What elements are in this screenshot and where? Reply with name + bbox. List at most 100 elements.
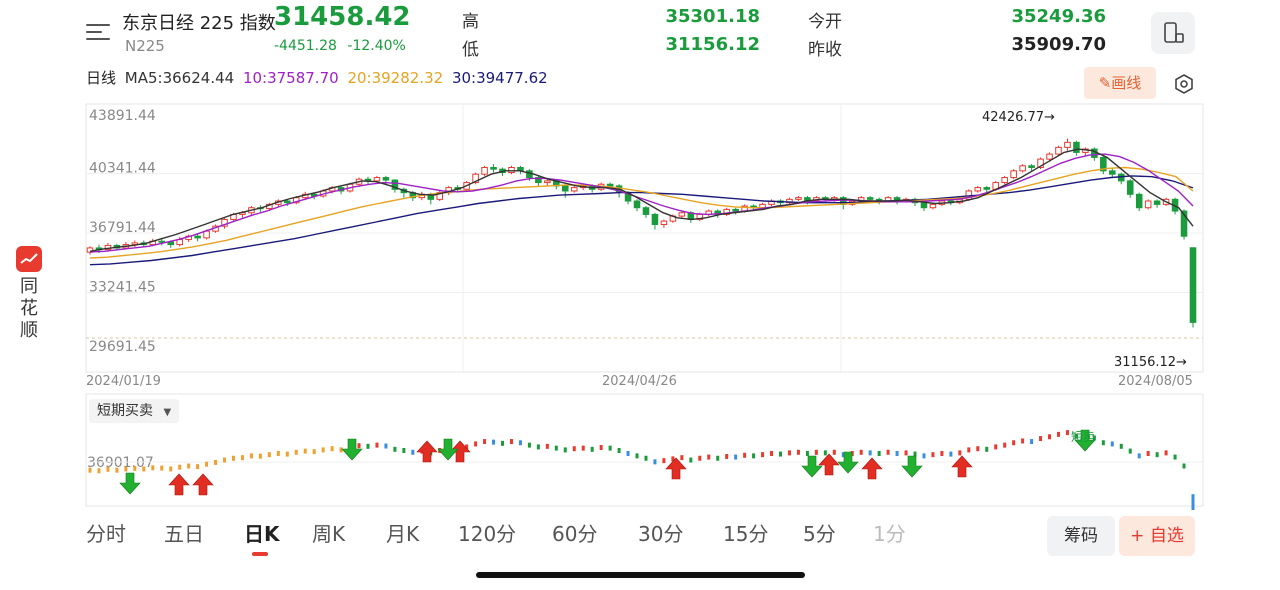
candle-up [203, 230, 210, 239]
indicator-dot [527, 442, 531, 448]
indicator-dot [474, 441, 478, 447]
open-label: 今开 [808, 12, 842, 32]
sell-arrow-icon [437, 438, 459, 461]
quote-header: 东京日经 225 指数 N225 31458.42 -4451.28 -12.4… [0, 0, 1280, 62]
tab-6[interactable]: 60分 [552, 518, 597, 547]
indicator-dot [258, 453, 262, 459]
indicator-dot [994, 444, 998, 450]
indicator-dot [492, 439, 496, 445]
candle-down [1028, 165, 1035, 168]
candle-up [481, 166, 488, 175]
tab-10[interactable]: 1分 [873, 518, 906, 547]
indicator-dot [106, 466, 110, 472]
candle-up [1001, 177, 1008, 184]
candle-down [1153, 200, 1161, 205]
indicator-dot [814, 449, 818, 455]
indicator-dot [689, 457, 693, 463]
tab-7[interactable]: 30分 [638, 518, 683, 547]
indicator-dot [321, 447, 325, 453]
indicator-dot [1173, 454, 1177, 460]
candle-up [373, 177, 381, 182]
indicator-dot [366, 443, 370, 449]
high-value: 35301.18 [665, 6, 760, 27]
tab-2[interactable]: 日K [244, 518, 280, 547]
candle-up [544, 180, 551, 184]
indicator-dot [1048, 434, 1052, 440]
indicator-dot [97, 468, 101, 474]
indicator-dot [178, 464, 182, 470]
indicator-dot [285, 451, 289, 457]
indicator-dot [895, 450, 899, 456]
tab-8[interactable]: 15分 [723, 518, 768, 547]
indicator-dot [796, 449, 800, 455]
indicator-dot [940, 450, 944, 456]
sell-arrow-icon [901, 455, 923, 478]
tab-5[interactable]: 120分 [458, 518, 516, 547]
indicator-dot [196, 464, 200, 470]
candle-down [1126, 180, 1134, 195]
indicator-dot [1155, 452, 1159, 458]
indicator-dot [1137, 453, 1141, 459]
buy-arrow-icon [951, 455, 973, 478]
indicator-dot [483, 439, 487, 445]
candle-down [1189, 247, 1197, 323]
indicator-dot [832, 449, 836, 455]
candle-down [561, 185, 569, 192]
indicator-dot [160, 465, 164, 471]
tab-1[interactable]: 五日 [164, 518, 204, 547]
y-tick-label: 29691.45 [89, 339, 156, 355]
indicator-dot [787, 450, 791, 456]
buy-arrow-icon [168, 473, 190, 496]
x-tick-label: 2024/04/26 [602, 374, 677, 389]
sell-arrow-icon [341, 438, 363, 461]
ma30-line [89, 175, 1194, 266]
add-favorite-button[interactable]: + 自选 [1119, 516, 1195, 556]
landscape-toggle-button[interactable] [1151, 12, 1195, 54]
indicator-dot [1012, 440, 1016, 446]
tab-0[interactable]: 分时 [86, 518, 126, 547]
candle-up [1010, 170, 1017, 179]
indicator-dot [142, 466, 146, 472]
max-price-label: 42426.77→ [982, 110, 1055, 125]
candle-down [642, 207, 650, 215]
settings-hex-icon[interactable] [1172, 72, 1196, 96]
indicator-dot [922, 453, 926, 459]
candle-down [732, 208, 739, 212]
buy-arrow-icon [192, 473, 214, 496]
period-label: 日线 [86, 69, 117, 87]
tab-4[interactable]: 月K [386, 518, 419, 547]
indicator-dot [1056, 431, 1060, 437]
dropdown-icon: ▼ [163, 407, 172, 418]
candle-up [974, 187, 982, 192]
tab-9[interactable]: 5分 [803, 518, 836, 547]
indicator-dot [868, 450, 872, 456]
chips-button[interactable]: 筹码 [1047, 516, 1115, 556]
indicator-select[interactable]: 短期买卖 ▼ [89, 399, 180, 423]
indicator-dot [276, 450, 280, 456]
indicator-dot [303, 448, 307, 454]
indicator-dot [1164, 450, 1168, 456]
ma30-label: 30:39477.62 [451, 69, 548, 87]
prev-close-label: 昨收 [808, 40, 842, 60]
candle-down [633, 200, 641, 209]
x-tick-label: 2024/08/05 [1118, 374, 1193, 389]
draw-line-button[interactable]: ✎画线 [1084, 67, 1156, 99]
x-tick-label: 2024/01/19 [86, 374, 161, 389]
indicator-dot [133, 465, 137, 471]
kline-chart[interactable]: 43891.44 40341.44 36791.44 33241.45 29691.45… [0, 100, 1210, 510]
tab-3[interactable]: 周K [312, 518, 345, 547]
candle-down [284, 200, 291, 204]
indicator-dot [249, 453, 253, 459]
menu-icon[interactable] [86, 22, 110, 42]
indicator-dot [707, 454, 711, 460]
candle-up [678, 212, 686, 217]
buy-arrow-icon [818, 453, 840, 476]
indicator-dot [1110, 441, 1114, 447]
stock-name: 东京日经 225 指数 [122, 13, 276, 34]
indicator-dot [518, 440, 522, 446]
ma5-label: MA5:36624.44 [124, 69, 235, 87]
indicator-dot [778, 451, 782, 457]
candle-down [1109, 170, 1116, 175]
indicator-dot [1128, 448, 1132, 454]
indicator-dot [608, 445, 612, 451]
